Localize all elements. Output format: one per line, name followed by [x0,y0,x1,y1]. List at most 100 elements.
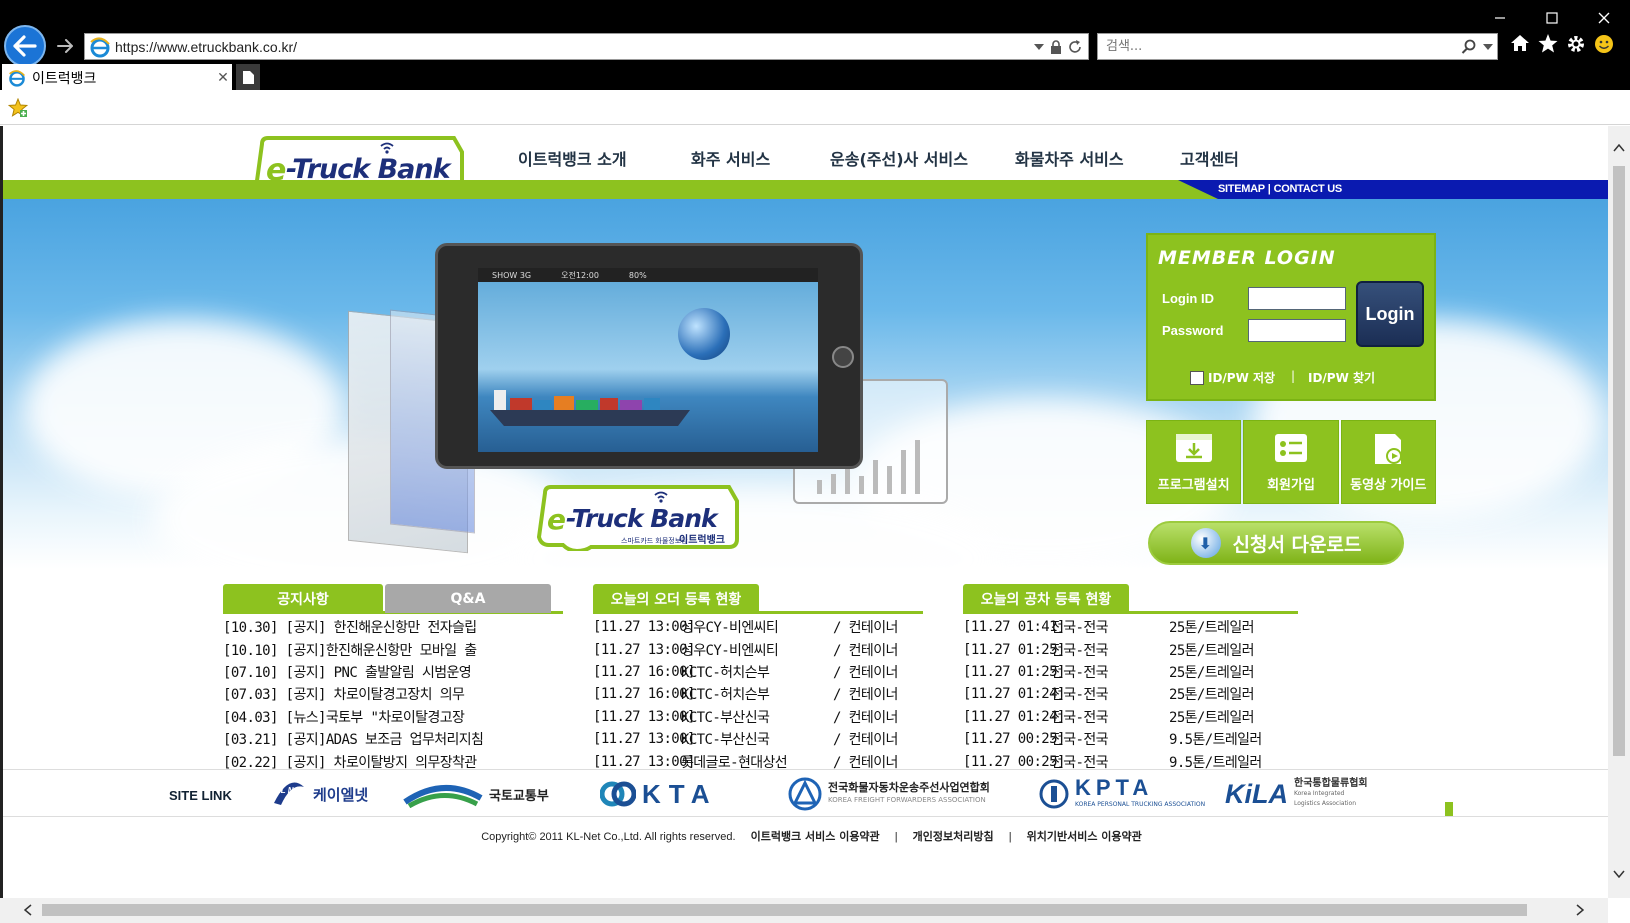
order-item[interactable]: [11.27 13:00] KCTC-부산신국 / 컨테이너 [593,728,933,750]
partner-molit[interactable]: 국토교통부 [403,778,549,810]
notice-item[interactable]: [07.10] [공지] PNC 출발알림 시범운영 [223,661,563,683]
search-box[interactable] [1097,33,1498,60]
kta-label: KTA [642,778,718,809]
search-dropdown-icon[interactable] [1477,43,1497,51]
refresh-icon[interactable] [1068,39,1082,54]
empty-truck-item[interactable]: [11.27 01:24] 전국-전국 25톤/트레일러 [963,706,1303,728]
privacy-policy-link[interactable]: 개인정보처리방침 [913,830,994,843]
empty-truck-cell: 25톤/트레일러 [1169,620,1254,637]
partner-kffa[interactable]: 전국화물자동차운송주선사업연합회 KOREA FREIGHT FORWARDER… [788,777,990,811]
save-credentials-checkbox[interactable] [1190,370,1204,385]
empty-truck-cell: 전국-전국 [1051,687,1109,704]
application-download-label: 신청서 다운로드 [1232,533,1362,556]
tablet-statusbar: SHOW 3G 오전12:00 80% [478,268,818,282]
svg-text:-Truck Bank: -Truck Bank [566,504,719,533]
search-input[interactable] [1106,39,1461,54]
new-tab-button[interactable] [236,64,260,90]
new-tab-icon [242,70,254,84]
notice-item[interactable]: [10.30] [공지] 한진해운신항만 전자슬립 [223,616,563,638]
empty-truck-item[interactable]: [11.27 01:41] 전국-전국 25톤/트레일러 [963,616,1303,638]
feedback-smiley-icon[interactable] [1594,34,1614,54]
home-icon[interactable] [1510,34,1530,52]
tablet-status-battery: 80% [628,270,647,280]
order-item[interactable]: [11.27 16:00] KCTC-허치슨부 / 컨테이너 [593,683,933,705]
partner-klnet[interactable]: KL Net 케이엘넷 [271,778,368,810]
order-cell: / 컨테이너 [833,642,898,659]
find-credentials-link[interactable]: ID/PW 찾기 [1308,369,1375,386]
save-credentials[interactable]: ID/PW 저장 [1190,369,1275,386]
order-cell: [11.27 13:00] [593,731,695,748]
partner-kila[interactable]: KiLA 한국통합물류협회 Korea Integrated Logistics… [1225,778,1368,810]
application-download-button[interactable]: ⬇ 신청서 다운로드 [1148,521,1404,565]
sitemap-link[interactable]: SITEMAP [1218,183,1265,195]
video-guide-button[interactable]: 동영상 가이드 [1340,420,1436,504]
login-button[interactable]: Login [1356,281,1424,347]
empty-truck-item[interactable]: [11.27 01:25] 전국-전국 25톤/트레일러 [963,638,1303,660]
search-icon[interactable] [1461,39,1477,55]
contact-us-link[interactable]: CONTACT US [1274,183,1343,195]
download-icon: ⬇ [1190,528,1221,558]
dropdown-icon[interactable] [1034,43,1044,51]
notice-item[interactable]: [10.10] [공지]한진해운신항만 모바일 출 [223,638,563,660]
gear-icon[interactable] [1566,34,1586,54]
scroll-left-icon[interactable] [20,902,36,918]
browser-actions [1510,34,1614,54]
partner-kta[interactable]: KTA [600,778,718,810]
scroll-down-icon[interactable] [1611,866,1627,882]
browser-window: https://www.etruckbank.co.kr/ 이트럭뱅크 ✕ [0,0,1630,923]
empty-truck-cell: [11.27 01:24] [963,686,1065,703]
horizontal-scrollbar[interactable] [0,898,1608,923]
quick-menu: 프로그램설치 회원가입 동영상 가이드 [1146,420,1436,504]
order-status-tabs: 오늘의 오더 등록 현황 [593,584,923,614]
empty-truck-item[interactable]: [11.27 01:25] 전국-전국 25톤/트레일러 [963,661,1303,683]
scroll-right-icon[interactable] [1572,902,1588,918]
address-bar[interactable]: https://www.etruckbank.co.kr/ [84,33,1089,60]
vertical-scroll-thumb[interactable] [1613,166,1625,756]
partner-kpta[interactable]: KPTA KOREA PERSONAL TRUCKING ASSOCIATION [1039,777,1205,810]
add-favorites-icon[interactable] [8,98,28,118]
order-item[interactable]: [11.27 16:00] KCTC-허치슨부 / 컨테이너 [593,661,933,683]
login-id-input[interactable] [1248,287,1346,310]
sign-up-button[interactable]: 회원가입 [1243,420,1339,504]
notice-item[interactable]: [03.21] [공지]ADAS 보조금 업무처리지침 [223,728,563,750]
order-item[interactable]: [11.27 13:00] 성우CY-비엔씨티 / 컨테이너 [593,616,933,638]
forward-button[interactable] [54,34,76,58]
nav-shipper-service[interactable]: 화주 서비스 [691,146,811,170]
tab-qna[interactable]: Q&A [385,584,551,613]
order-cell: [11.27 13:00] [593,753,695,770]
order-item[interactable]: [11.27 13:00] KCTC-부산신국 / 컨테이너 [593,706,933,728]
nav-truck-owner-service[interactable]: 화물차주 서비스 [1015,146,1155,170]
order-item[interactable]: [11.27 13:00] 성우CY-비엔씨티 / 컨테이너 [593,638,933,660]
minimize-icon[interactable] [1474,6,1526,30]
close-window-icon[interactable] [1578,6,1630,30]
horizontal-scroll-thumb[interactable] [42,904,1527,916]
scroll-up-icon[interactable] [1611,140,1627,156]
klnet-label: 케이엘넷 [313,785,369,804]
empty-truck-item[interactable]: [11.27 00:25] 전국-전국 9.5톤/트레일러 [963,728,1303,750]
notice-item[interactable]: [04.03] [뉴스]국토부 "차로이탈경고장 [223,706,563,728]
tablet-status-time: 오전12:00 [561,270,599,280]
empty-truck-tabs: 오늘의 공차 등록 현황 [963,584,1298,614]
lock-icon[interactable] [1050,39,1062,54]
notice-item[interactable]: [07.03] [공지] 차로이탈경고장치 의무 [223,683,563,705]
tab-today-orders[interactable]: 오늘의 오더 등록 현황 [593,584,759,613]
back-button[interactable] [4,25,46,67]
url-text[interactable]: https://www.etruckbank.co.kr/ [115,39,1034,55]
maximize-icon[interactable] [1526,6,1578,30]
tab-today-empty-trucks[interactable]: 오늘의 공차 등록 현황 [963,584,1129,613]
favorites-star-icon[interactable] [1538,34,1558,53]
location-terms-link[interactable]: 위치기반서비스 이용약관 [1027,830,1142,843]
tab-close-icon[interactable]: ✕ [214,70,232,86]
nav-carrier-service[interactable]: 운송(주선)사 서비스 [830,146,990,170]
vertical-scrollbar[interactable] [1608,126,1630,898]
nav-customer-center[interactable]: 고객센터 [1180,146,1280,170]
program-install-button[interactable]: 프로그램설치 [1146,420,1242,504]
password-input[interactable] [1248,319,1346,342]
hero-etruckbank-logo: e -Truck Bank 스마트카드 화물정보망 이트럭뱅크 [536,485,739,551]
order-cell: KCTC-부산신국 [681,709,770,726]
empty-truck-item[interactable]: [11.27 01:24] 전국-전국 25톤/트레일러 [963,683,1303,705]
nav-about[interactable]: 이트럭뱅크 소개 [518,146,658,170]
browser-tab-active[interactable]: 이트럭뱅크 ✕ [2,64,232,91]
tab-notice[interactable]: 공지사항 [223,584,383,613]
terms-of-service-link[interactable]: 이트럭뱅크 서비스 이용약관 [751,830,880,843]
